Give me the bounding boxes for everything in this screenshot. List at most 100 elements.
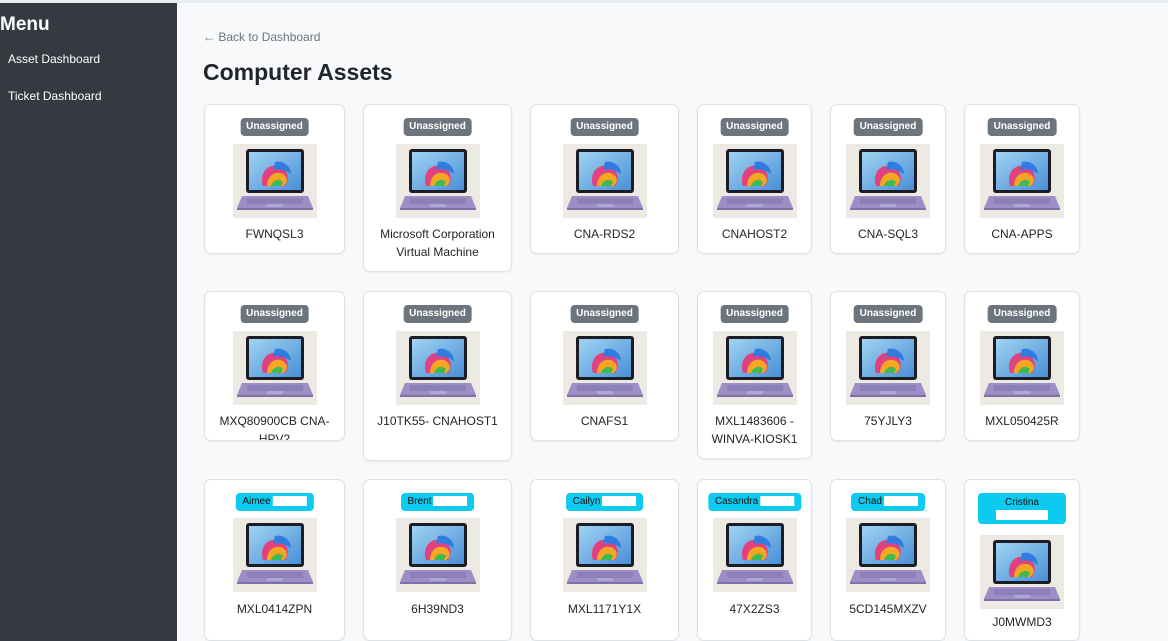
status-badge: Unassigned [240,118,309,136]
asset-card[interactable]: Unassigned CNA-SQL3 [830,104,946,254]
asset-name: 47X2ZS3 [729,602,780,616]
assignee-badge: Chad [851,493,925,511]
badge-label: Unassigned [859,121,917,132]
asset-card[interactable]: Unassigned CNA-APPS [964,104,1080,254]
laptop-icon [712,331,797,405]
status-badge: Unassigned [853,305,923,323]
asset-name: MXL0414ZPN [236,602,313,616]
badge-label: Unassigned [726,308,783,319]
status-badge: Unassigned [570,305,639,323]
asset-name: 75YJLY3 [864,414,912,428]
laptop-icon [232,144,317,218]
asset-card[interactable]: Unassigned Microsoft Corporation Virtual… [363,104,512,272]
badge-label: Unassigned [993,308,1051,319]
asset-card[interactable]: Cailyn MXL1171Y1X [530,479,679,641]
asset-name: CNA-RDS2 [573,227,636,241]
asset-card[interactable]: Unassigned 75YJLY3 [830,291,946,441]
asset-card[interactable]: Unassigned CNAHOST2 [697,104,812,254]
status-badge: Unassigned [853,118,923,136]
asset-card[interactable]: Unassigned CNA-RDS2 [530,104,679,254]
asset-card[interactable]: Unassigned FWNQSL3 [204,104,345,254]
status-badge: Unassigned [720,118,789,136]
asset-name: MXL1483606 - WINVA-KIOSK1 [711,414,798,446]
badge-label: Unassigned [726,121,783,132]
laptop-icon [980,535,1064,609]
status-badge: Unassigned [987,118,1057,136]
laptop-icon [395,518,480,592]
assignee-badge: Casandra [707,493,802,511]
status-badge: Unassigned [570,118,639,136]
asset-name: Microsoft Corporation Virtual Machine [380,227,495,259]
badge-label: Unassigned [859,308,917,319]
redaction-mark [996,510,1048,520]
asset-card[interactable]: Unassigned J10TK55- CNAHOST1 [363,291,512,461]
asset-card[interactable]: Unassigned MXL1483606 - WINVA-KIOSK1 [697,291,812,459]
assignee-badge: Cristina [978,493,1066,524]
asset-name: CNA-SQL3 [857,227,919,241]
badge-label: Unassigned [576,308,633,319]
badge-label: Unassigned [246,121,303,132]
asset-name: MXQ80900CB CNA-HPV2 [219,414,330,441]
badge-label: Unassigned [993,121,1051,132]
laptop-icon [395,144,480,218]
asset-card[interactable]: Brent 6H39ND3 [363,479,512,641]
badge-label: Unassigned [246,308,303,319]
status-badge: Unassigned [240,305,309,323]
asset-card[interactable]: Unassigned MXQ80900CB CNA-HPV2 [204,291,345,441]
main-content: ← Back to Dashboard Computer Assets Unas… [177,3,1168,641]
badge-label: Cristina [1005,497,1039,508]
laptop-icon [232,331,317,405]
asset-name: J0MWMD3 [992,615,1052,629]
sidebar: Menu Asset Dashboard Ticket Dashboard [0,3,177,641]
badge-label: Unassigned [409,121,466,132]
laptop-icon [980,331,1064,405]
asset-card[interactable]: Aimee MXL0414ZPN [204,479,345,641]
badge-label: Cailyn [572,496,601,507]
laptop-icon [846,518,930,592]
asset-name: MXL050425R [985,414,1059,428]
laptop-icon [562,518,647,592]
redaction-mark [602,496,637,507]
status-badge: Unassigned [720,305,789,323]
sidebar-title: Menu [0,14,50,35]
badge-label: Brent [407,496,432,507]
asset-name: FWNQSL3 [245,227,304,241]
badge-label: Chad [858,496,882,507]
asset-name: 5CD145MXZV [849,602,927,616]
badge-label: Unassigned [576,121,633,132]
asset-card[interactable]: Unassigned CNAFS1 [530,291,679,441]
laptop-icon [232,518,317,592]
laptop-icon [562,331,647,405]
badge-label: Aimee [242,496,271,507]
asset-card[interactable]: Casandra 47X2ZS3 [697,479,812,641]
redaction-mark [883,496,918,507]
redaction-mark [272,496,307,507]
asset-card[interactable]: Chad 5CD145MXZV [830,479,946,641]
assignee-badge: Cailyn [565,493,644,511]
back-to-dashboard-link[interactable]: ← Back to Dashboard [203,30,320,44]
assignee-badge: Brent [400,493,475,511]
asset-card[interactable]: Unassigned MXL050425R [964,291,1080,441]
badge-label: Unassigned [409,308,466,319]
asset-name: J10TK55- CNAHOST1 [377,414,498,428]
laptop-icon [980,144,1064,218]
laptop-icon [562,144,647,218]
laptop-icon [846,144,930,218]
laptop-icon [712,144,797,218]
asset-name: MXL1171Y1X [567,602,642,616]
asset-name: CNAHOST2 [721,227,788,241]
status-badge: Unassigned [403,118,472,136]
laptop-icon [395,331,480,405]
asset-name: CNA-APPS [991,227,1053,241]
status-badge: Unassigned [987,305,1057,323]
asset-name: CNAFS1 [580,414,629,428]
assignee-badge: Aimee [235,493,314,511]
badge-label: Casandra [714,496,759,507]
page-title: Computer Assets [203,59,393,85]
sidebar-link-asset-dashboard[interactable]: Asset Dashboard [8,52,100,66]
redaction-mark [433,496,468,507]
asset-card[interactable]: Cristina J0MWMD3 [964,479,1080,641]
laptop-icon [712,518,797,592]
asset-name: 6H39ND3 [411,602,464,616]
sidebar-link-ticket-dashboard[interactable]: Ticket Dashboard [8,89,102,103]
